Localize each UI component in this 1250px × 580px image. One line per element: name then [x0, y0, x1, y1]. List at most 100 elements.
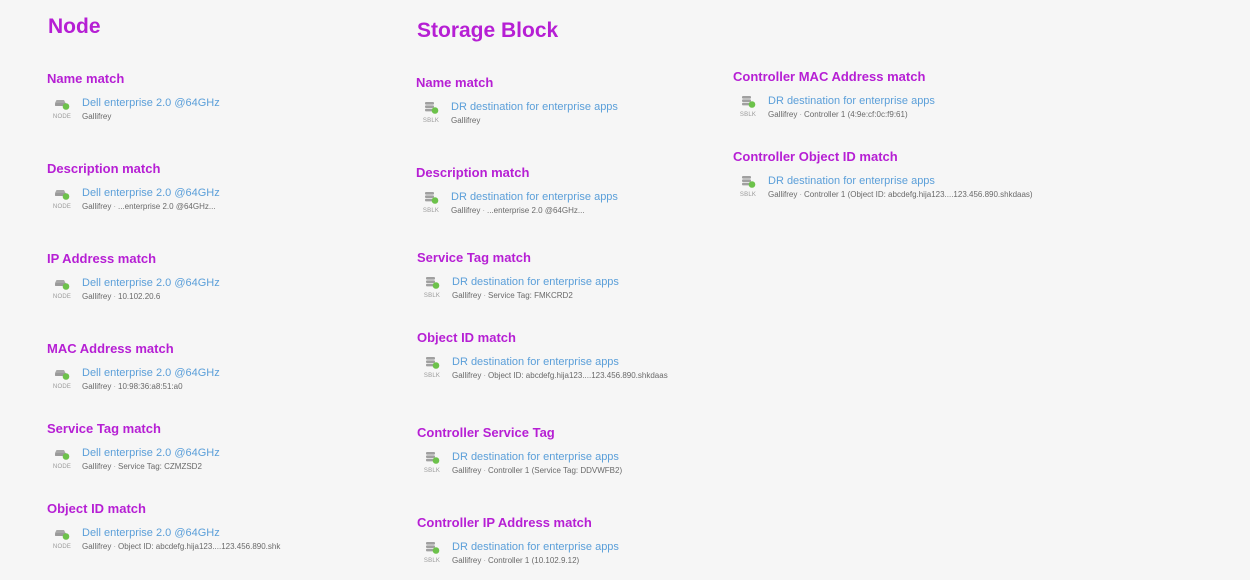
result-link[interactable]: DR destination for enterprise apps [451, 191, 618, 203]
sblk-service-tag-match-group: Service Tag match SBLK DR destination fo… [417, 250, 717, 306]
result-detail: Controller 1 (10.102.9.12) [488, 556, 580, 565]
result-meta: Gallifrey · Service Tag: FMKCRD2 [452, 291, 573, 300]
result-location: Gallifrey [452, 556, 482, 565]
result-link[interactable]: DR destination for enterprise apps [768, 175, 935, 187]
result-meta: Gallifrey · Controller 1 (10.102.9.12) [452, 556, 579, 565]
result-location: Gallifrey [451, 116, 481, 125]
group-title: IP Address match [47, 251, 157, 266]
search-result: SBLK DR destination for enterprise apps … [417, 541, 717, 571]
node-icon: NODE [50, 447, 74, 475]
sblk-name-match-group: Name match SBLK DR destination for enter… [416, 75, 716, 131]
result-detail: 10.102.20.6 [118, 292, 161, 301]
result-link[interactable]: Dell enterprise 2.0 @64GHz [82, 447, 220, 459]
result-link[interactable]: Dell enterprise 2.0 @64GHz [82, 97, 220, 109]
storage-block-icon: SBLK [420, 356, 444, 384]
sblk-object-id-match-group: Object ID match SBLK DR destination for … [417, 330, 717, 386]
sblk-description-match-group: Description match SBLK DR destination fo… [416, 165, 716, 221]
icon-label: SBLK [739, 112, 757, 118]
result-link[interactable]: DR destination for enterprise apps [452, 276, 619, 288]
storage-block-icon: SBLK [419, 191, 443, 219]
icon-label: SBLK [423, 373, 441, 379]
storage-block-icon: SBLK [420, 541, 444, 569]
node-ip-address-match-group: IP Address match NODE Dell enterprise 2.… [47, 251, 347, 307]
node-mac-address-match-group: MAC Address match NODE Dell enterprise 2… [47, 341, 347, 397]
search-result: SBLK DR destination for enterprise apps … [417, 356, 717, 386]
group-title: Service Tag match [417, 250, 531, 265]
result-meta: Gallifrey · Controller 1 (4:9e:cf:0c:f9:61… [768, 110, 908, 119]
separator: · [483, 371, 487, 380]
result-detail: ...enterprise 2.0 @64GHz... [487, 206, 585, 215]
result-link[interactable]: DR destination for enterprise apps [452, 451, 619, 463]
icon-label: NODE [52, 384, 72, 390]
separator: · [483, 556, 487, 565]
node-object-id-match-group: Object ID match NODE Dell enterprise 2.0… [47, 501, 347, 557]
result-meta: Gallifrey · 10.102.20.6 [82, 292, 160, 301]
result-meta: Gallifrey · 10:98:36:a8:51:a0 [82, 382, 183, 391]
separator: · [113, 292, 117, 301]
result-location: Gallifrey [451, 206, 481, 215]
sblk-controller-service-tag-group: Controller Service Tag SBLK DR destinati… [417, 425, 717, 481]
sblk-controller-mac-address-match-group: Controller MAC Address match SBLK DR des… [733, 69, 1153, 125]
result-link[interactable]: Dell enterprise 2.0 @64GHz [82, 277, 220, 289]
node-name-match-group: Name match NODE Dell enterprise 2.0 @64G… [47, 71, 347, 127]
node-icon: NODE [50, 367, 74, 395]
result-link[interactable]: Dell enterprise 2.0 @64GHz [82, 367, 220, 379]
group-title: Controller Object ID match [733, 149, 898, 164]
result-link[interactable]: DR destination for enterprise apps [452, 541, 619, 553]
icon-label: SBLK [423, 558, 441, 564]
storage-block-icon: SBLK [736, 95, 760, 123]
icon-label: NODE [52, 294, 72, 300]
icon-label: SBLK [423, 468, 441, 474]
separator: · [113, 462, 117, 471]
search-result: NODE Dell enterprise 2.0 @64GHz Gallifre… [47, 97, 347, 127]
result-meta: Gallifrey · Controller 1 (Service Tag: DDV… [452, 466, 622, 475]
storage-block-section-title: Storage Block [417, 19, 559, 42]
result-link[interactable]: DR destination for enterprise apps [768, 95, 935, 107]
group-title: MAC Address match [47, 341, 174, 356]
result-location: Gallifrey [82, 292, 112, 301]
separator: · [482, 206, 486, 215]
result-detail: Controller 1 (4:9e:cf:0c:f9:61) [804, 110, 908, 119]
icon-label: SBLK [739, 192, 757, 198]
search-result: SBLK DR destination for enterprise apps … [416, 101, 716, 131]
result-location: Gallifrey [768, 110, 798, 119]
result-link[interactable]: Dell enterprise 2.0 @64GHz [82, 187, 220, 199]
group-title: Controller IP Address match [417, 515, 592, 530]
result-detail: Controller 1 (Object ID: abcdefg.hija123… [804, 190, 1033, 199]
result-location: Gallifrey [82, 202, 112, 211]
result-meta: Gallifrey · Object ID: abcdefg.hija123....… [82, 542, 312, 551]
icon-label: NODE [52, 204, 72, 210]
result-meta: Gallifrey · Object ID: abcdefg.hija123....… [452, 371, 668, 380]
result-link[interactable]: DR destination for enterprise apps [451, 101, 618, 113]
separator: · [799, 190, 803, 199]
icon-label: NODE [52, 114, 72, 120]
result-location: Gallifrey [452, 291, 482, 300]
result-meta: Gallifrey · ...enterprise 2.0 @64GHz... [451, 206, 585, 215]
node-icon: NODE [50, 527, 74, 555]
search-result: SBLK DR destination for enterprise apps … [417, 451, 717, 481]
result-detail: Object ID: abcdefg.hija123....123.456.89… [488, 371, 668, 380]
result-link[interactable]: Dell enterprise 2.0 @64GHz [82, 527, 220, 539]
separator: · [113, 202, 117, 211]
group-title: Controller Service Tag [417, 425, 555, 440]
search-result: NODE Dell enterprise 2.0 @64GHz Gallifre… [47, 367, 347, 397]
result-location: Gallifrey [452, 466, 482, 475]
result-meta: Gallifrey · Controller 1 (Object ID: abcde… [768, 190, 1033, 199]
result-detail: Controller 1 (Service Tag: DDVWFB2) [488, 466, 623, 475]
group-title: Name match [47, 71, 125, 86]
node-service-tag-match-group: Service Tag match NODE Dell enterprise 2… [47, 421, 347, 477]
node-description-match-group: Description match NODE Dell enterprise 2… [47, 161, 347, 217]
search-result: SBLK DR destination for enterprise apps … [417, 276, 717, 306]
result-link[interactable]: DR destination for enterprise apps [452, 356, 619, 368]
search-result: NODE Dell enterprise 2.0 @64GHz Gallifre… [47, 277, 347, 307]
result-detail: ...enterprise 2.0 @64GHz... [118, 202, 216, 211]
storage-block-icon: SBLK [420, 276, 444, 304]
separator: · [483, 291, 487, 300]
icon-label: SBLK [422, 118, 440, 124]
node-icon: NODE [50, 187, 74, 215]
sblk-controller-ip-address-match-group: Controller IP Address match SBLK DR dest… [417, 515, 717, 571]
group-title: Description match [47, 161, 161, 176]
result-location: Gallifrey [82, 382, 112, 391]
group-title: Description match [416, 165, 530, 180]
search-result: NODE Dell enterprise 2.0 @64GHz Gallifre… [47, 187, 347, 217]
